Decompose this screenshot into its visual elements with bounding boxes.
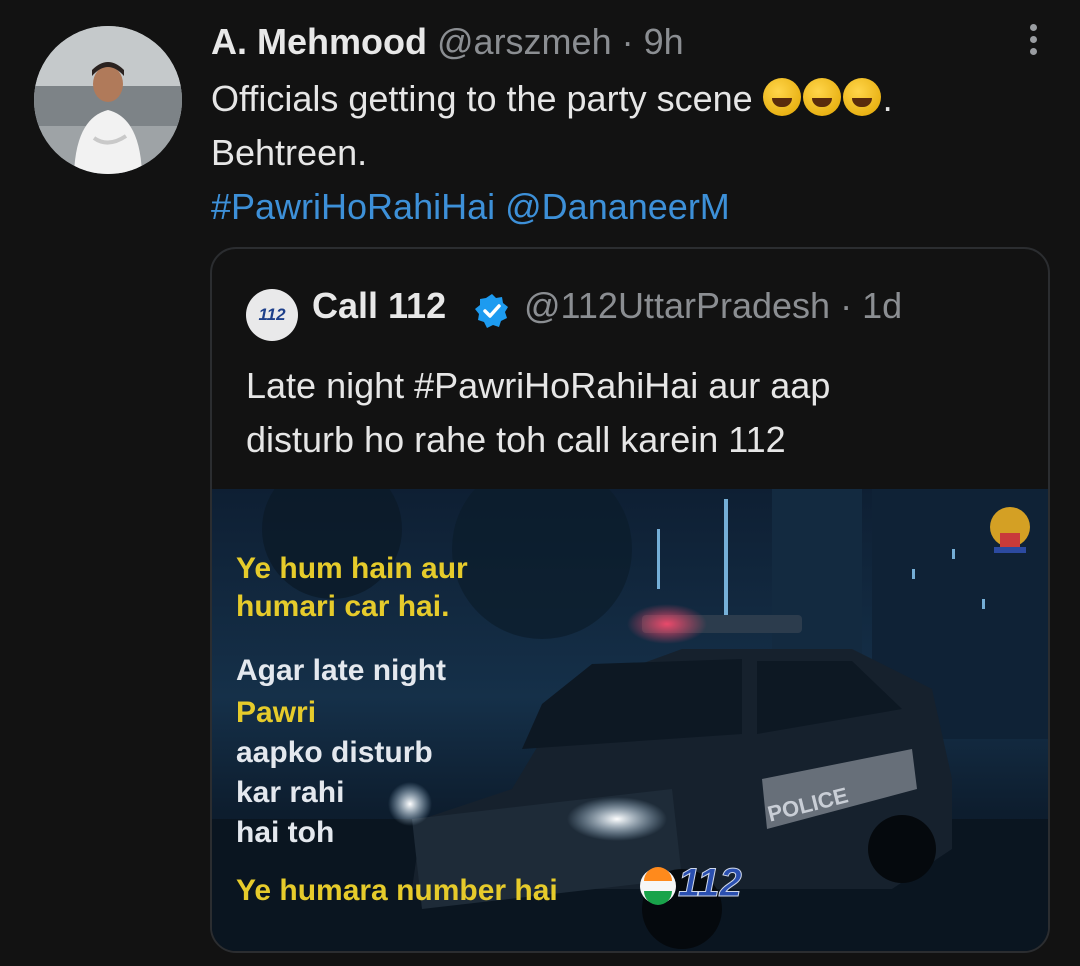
poster-line8: Ye humara number hai [236, 874, 558, 907]
avatar[interactable] [34, 26, 182, 174]
number-112-logo: 112 [678, 861, 743, 905]
separator-dot: · [840, 285, 853, 326]
quoted-media-image[interactable]: POLICE Ye hum hain aur humari car hai. A… [212, 489, 1048, 951]
author-name[interactable]: A. Mehmood [211, 21, 427, 62]
quoted-text-line1: Late night #PawriHoRahiHai aur aap [246, 365, 831, 406]
tweet-header: A. Mehmood @arszmeh · 9h [211, 18, 684, 66]
hashtag-link[interactable]: #PawriHoRahiHai [211, 186, 495, 227]
poster-line1: Ye hum hain aur [236, 552, 468, 585]
poster-line4: Pawri [236, 696, 317, 729]
quoted-handle[interactable]: @112UttarPradesh [524, 285, 830, 326]
verified-badge-icon [475, 294, 508, 328]
avatar-photo [34, 26, 182, 174]
author-handle[interactable]: @arszmeh [437, 21, 612, 62]
tweet-text: Officials getting to the party scene . B… [211, 72, 1051, 234]
tweet-text-line1-end: . [882, 78, 893, 119]
tweet-text-line1: Officials getting to the party scene [211, 78, 753, 119]
quoted-author-name[interactable]: Call 112 [312, 285, 446, 327]
poster-line7: hai toh [236, 816, 335, 849]
poster-line3: Agar late night [236, 654, 447, 687]
logo-text: 112 [258, 305, 286, 324]
tears-of-joy-emoji-icon [802, 78, 841, 116]
poster-line6: kar rahi [236, 776, 345, 809]
quoted-text-line2: disturb ho rahe toh call karein 112 [246, 419, 786, 460]
tweet-text-line2: Behtreen. [211, 132, 368, 173]
quoted-time[interactable]: 1d [862, 285, 902, 326]
poster-line2: humari car hai. [236, 590, 450, 623]
separator-dot: · [621, 21, 634, 62]
tweet-time[interactable]: 9h [644, 21, 684, 62]
quoted-tweet[interactable]: 112 Call 112 @112UttarPradesh · 1d Late … [210, 247, 1050, 953]
quoted-handle-time: @112UttarPradesh · 1d [524, 285, 902, 327]
poster-line5: aapko disturb [236, 736, 433, 769]
more-options-icon[interactable] [1026, 24, 1040, 64]
quoted-text: Late night #PawriHoRahiHai aur aap distu… [246, 359, 946, 467]
rolling-laughing-emoji-icon [762, 78, 801, 116]
rolling-laughing-emoji-icon [842, 78, 881, 116]
call112-logo[interactable]: 112 [246, 289, 298, 341]
mention-link[interactable]: @DananeerM [505, 186, 730, 227]
